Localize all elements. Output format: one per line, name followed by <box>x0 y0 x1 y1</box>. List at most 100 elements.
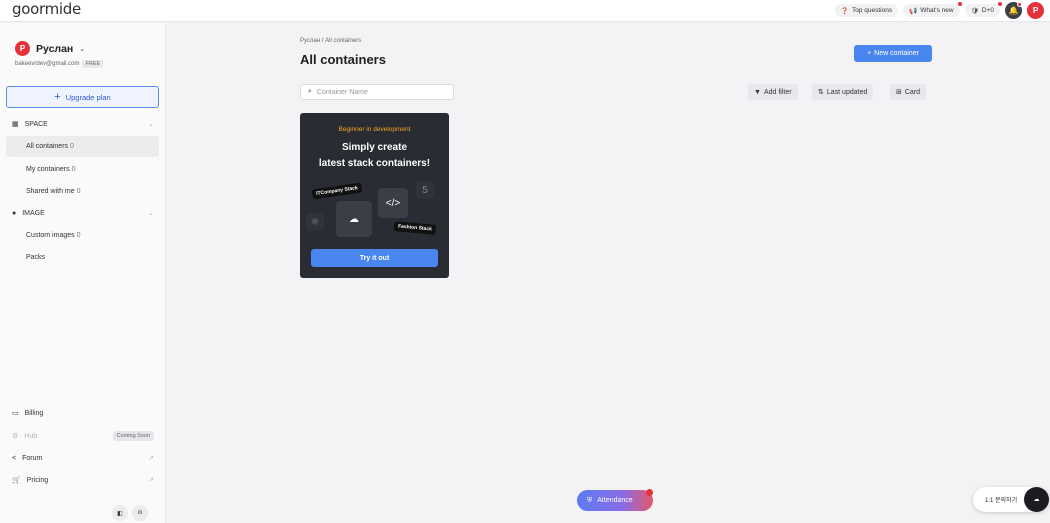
sidebar-item-custom-images[interactable]: Custom images 0 <box>6 225 159 246</box>
external-link-icon: ↗ <box>148 455 154 462</box>
itcompany-stack-label: ITCompany Stack <box>311 182 363 200</box>
chevron-down-icon: ⌄ <box>148 210 154 217</box>
breadcrumb: Руслан / All containers <box>300 38 361 44</box>
atom-icon: ⚛ <box>306 213 324 231</box>
sidebar-item-count: 0 <box>76 188 81 195</box>
cloud-icon: ☁ <box>1024 487 1049 512</box>
share-icon: < <box>12 454 17 462</box>
user-menu[interactable]: P Руслан ⌄ <box>15 41 85 56</box>
sort-label: Last updated <box>826 88 868 96</box>
sidebar-item-hub: ⚙ Hub Coming Soon <box>12 431 154 441</box>
help-chat-button[interactable]: 1:1 문의하기 ☁ <box>973 487 1049 512</box>
attendance-label: Attendance <box>597 497 633 504</box>
sidebar-item-pricing[interactable]: 🛒 Pricing ↗ <box>12 476 154 485</box>
attendance-button[interactable]: ⛨ Attendance <box>577 489 653 511</box>
breadcrumb-current: All containers <box>325 38 362 44</box>
avatar: P <box>15 41 30 56</box>
cloud-icon: ☁ <box>336 201 372 237</box>
notification-dot <box>998 2 1002 6</box>
sidebar-item-label: Custom images <box>26 232 75 239</box>
search-input[interactable]: ⌕ Container Name <box>300 84 454 100</box>
app-logo[interactable]: goormide <box>12 0 81 18</box>
add-filter-button[interactable]: ▼ Add filter <box>748 84 798 100</box>
promo-card: Beginner in development Simply create la… <box>300 113 449 278</box>
filter-icon: ▼ <box>754 88 761 96</box>
sidebar-item-packs[interactable]: Packs <box>6 247 159 268</box>
external-link-icon: ↗ <box>148 477 154 484</box>
search-placeholder: Container Name <box>316 88 368 96</box>
notifications-button[interactable]: 🔔 <box>1005 2 1022 19</box>
notification-dot <box>646 489 653 496</box>
upgrade-plan-button[interactable]: + Upgrade plan <box>6 86 159 108</box>
page-title: All containers <box>300 52 386 67</box>
coming-soon-badge: Coming Soon <box>112 431 154 441</box>
whats-new-button[interactable]: 📢 What's new <box>903 2 962 17</box>
user-avatar[interactable]: P <box>1027 2 1044 19</box>
plus-icon: + <box>54 91 61 103</box>
hub-icon: ⚙ <box>12 433 19 440</box>
view-label: Card <box>904 88 921 96</box>
top-questions-label: Top questions <box>852 7 893 14</box>
promo-tagline: Beginner in development <box>338 126 411 133</box>
sidebar-item-count: 0 <box>71 166 76 173</box>
sidebar-item-count: 0 <box>76 232 81 239</box>
promo-headline: Simply create latest stack containers! <box>300 140 449 172</box>
top-actions: ❓ Top questions 📢 What's new 🛡 D+0 🔔 P <box>834 2 1044 19</box>
cart-icon: 🛒 <box>12 477 21 484</box>
try-it-out-button[interactable]: Try it out <box>311 249 438 267</box>
promo-headline-line-2: latest stack containers! <box>318 158 431 169</box>
bell-icon: 🔔 <box>1008 6 1019 15</box>
add-filter-label: Add filter <box>763 88 792 96</box>
user-name: Руслан <box>36 42 74 55</box>
sidebar-item-all-containers[interactable]: All containers 0 <box>6 136 159 157</box>
breadcrumb-separator: / <box>321 38 324 44</box>
question-icon: ❓ <box>840 7 849 15</box>
user-email-row: bakeevrdev@gmail.com FREE <box>15 60 104 68</box>
plan-badge: FREE <box>82 60 104 68</box>
d-day-label: D+0 <box>981 7 994 14</box>
sidebar-item-label: Packs <box>26 254 46 261</box>
sidebar-item-shared-with-me[interactable]: Shared with me 0 <box>6 181 159 202</box>
panel-toggle-icon[interactable]: ◧ <box>112 505 128 521</box>
sidebar-footer-icons: ◧ ılı <box>112 505 148 521</box>
sidebar-item-my-containers[interactable]: My containers 0 <box>6 159 159 180</box>
sidebar-item-count: 0 <box>70 143 74 150</box>
notification-dot <box>957 2 962 6</box>
sidebar-item-label: Hub <box>24 432 38 440</box>
sort-icon: ⇅ <box>818 89 824 96</box>
top-questions-button[interactable]: ❓ Top questions <box>834 4 899 17</box>
credit-card-icon: ▭ <box>12 410 19 417</box>
promo-headline-line-1: Simply create <box>341 142 408 153</box>
view-toggle-button[interactable]: ⊞ Card <box>890 84 927 100</box>
sidebar-item-label: My containers <box>26 166 70 173</box>
upgrade-plan-label: Upgrade plan <box>65 92 111 102</box>
space-section-header[interactable]: ▦ SPACE ⌄ <box>12 120 154 129</box>
sidebar-item-forum[interactable]: < Forum ↗ <box>12 454 154 463</box>
sidebar-item-label: Billing <box>24 409 44 417</box>
megaphone-icon: 📢 <box>909 7 918 15</box>
shield-icon: 🛡 <box>970 7 979 15</box>
chevron-down-icon: ⌄ <box>79 45 86 53</box>
sort-button[interactable]: ⇅ Last updated <box>812 84 874 100</box>
d-day-button[interactable]: 🛡 D+0 <box>964 2 1002 17</box>
grid-icon: ▦ <box>12 121 19 128</box>
new-container-button[interactable]: + New container <box>854 45 932 62</box>
image-section-label: IMAGE <box>22 209 45 217</box>
notification-dot <box>1017 2 1022 7</box>
sidebar-item-label: Pricing <box>26 476 49 484</box>
stats-icon[interactable]: ılı <box>132 505 148 521</box>
search-icon: ⌕ <box>308 88 312 95</box>
user-email: bakeevrdev@gmail.com <box>15 61 80 67</box>
sidebar: P Руслан ⌄ bakeevrdev@gmail.com FREE + U… <box>0 23 166 523</box>
sidebar-item-label: Shared with me <box>26 188 75 195</box>
image-section-header[interactable]: ● IMAGE ⌄ <box>12 209 154 218</box>
top-bar: goormide ❓ Top questions 📢 What's new 🛡 … <box>0 0 1050 22</box>
sidebar-item-billing[interactable]: ▭ Billing <box>12 409 154 418</box>
help-chat-label: 1:1 문의하기 <box>985 498 1018 504</box>
chevron-down-icon: ⌄ <box>148 121 154 128</box>
breadcrumb-user[interactable]: Руслан <box>300 38 320 44</box>
grid-icon: ⊞ <box>896 89 902 96</box>
sidebar-item-label: Forum <box>22 454 43 462</box>
image-icon: ● <box>12 209 17 217</box>
code-icon: </> <box>378 188 408 218</box>
